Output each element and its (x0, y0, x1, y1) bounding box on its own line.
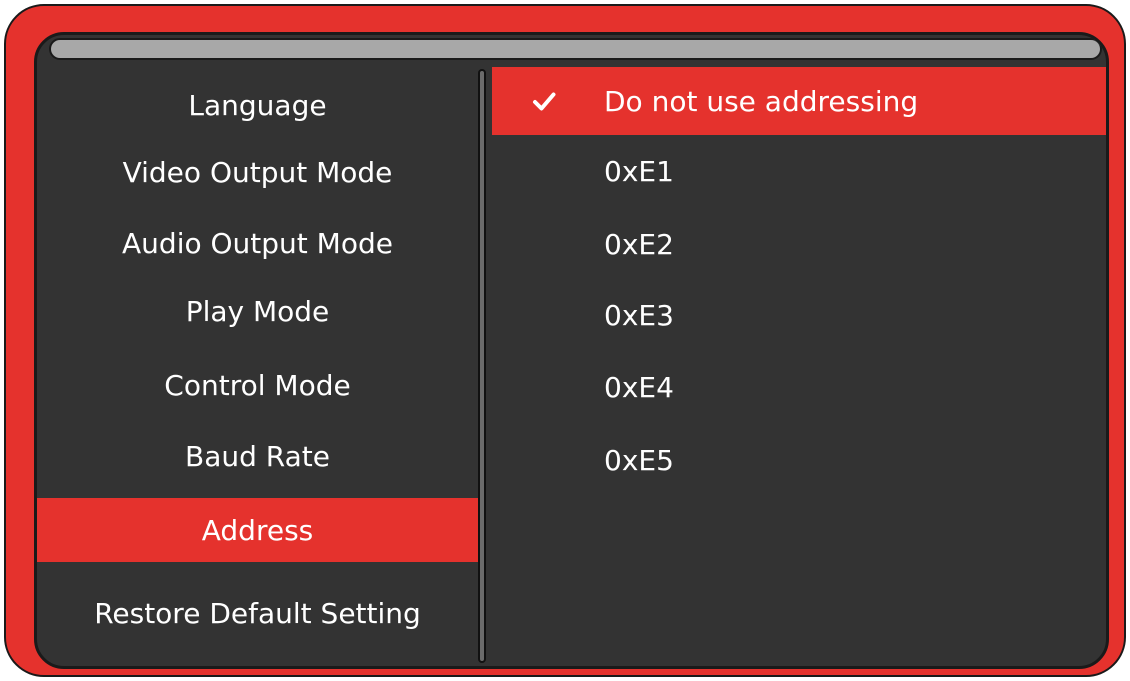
menu-item-audio-output-mode[interactable]: Audio Output Mode (37, 215, 478, 271)
option-label: 0xE1 (604, 154, 674, 188)
menu-item-video-output-mode[interactable]: Video Output Mode (37, 144, 478, 200)
option-0xe3[interactable]: 0xE3 (492, 287, 1106, 343)
menu-item-label: Address (201, 513, 314, 547)
menu-item-label: Audio Output Mode (122, 226, 393, 260)
option-label: 0xE5 (604, 443, 674, 477)
option-do-not-use-addressing[interactable]: Do not use addressing (492, 67, 1106, 135)
menu-item-label: Control Mode (164, 368, 351, 402)
menu-item-baud-rate[interactable]: Baud Rate (37, 428, 478, 484)
option-label: 0xE4 (604, 370, 674, 404)
option-0xe2[interactable]: 0xE2 (492, 216, 1106, 272)
menu-item-label: Restore Default Setting (94, 596, 421, 630)
option-label: Do not use addressing (604, 84, 919, 118)
menu-item-play-mode[interactable]: Play Mode (37, 283, 478, 339)
menu-divider (478, 69, 486, 663)
checkmark-icon (533, 92, 556, 111)
option-0xe4[interactable]: 0xE4 (492, 359, 1106, 415)
menu-item-label: Play Mode (185, 294, 330, 328)
option-0xe1[interactable]: 0xE1 (492, 143, 1106, 199)
menu-item-control-mode[interactable]: Control Mode (37, 357, 478, 413)
device-frame: Language Video Output Mode Audio Output … (4, 4, 1126, 677)
menu-item-label: Baud Rate (185, 439, 330, 473)
menu-item-label: Video Output Mode (122, 155, 393, 189)
option-label: 0xE2 (604, 227, 674, 261)
menu-item-restore-default-setting[interactable]: Restore Default Setting (37, 585, 478, 641)
address-options-list: Do not use addressing 0xE1 0xE2 0xE3 0xE… (492, 35, 1106, 666)
settings-menu: Language Video Output Mode Audio Output … (37, 35, 478, 666)
menu-item-address[interactable]: Address (37, 498, 478, 562)
option-label: 0xE3 (604, 298, 674, 332)
menu-item-language[interactable]: Language (37, 77, 478, 133)
menu-item-label: Language (188, 88, 327, 122)
osd-screen: Language Video Output Mode Audio Output … (34, 32, 1109, 669)
option-0xe5[interactable]: 0xE5 (492, 432, 1106, 488)
